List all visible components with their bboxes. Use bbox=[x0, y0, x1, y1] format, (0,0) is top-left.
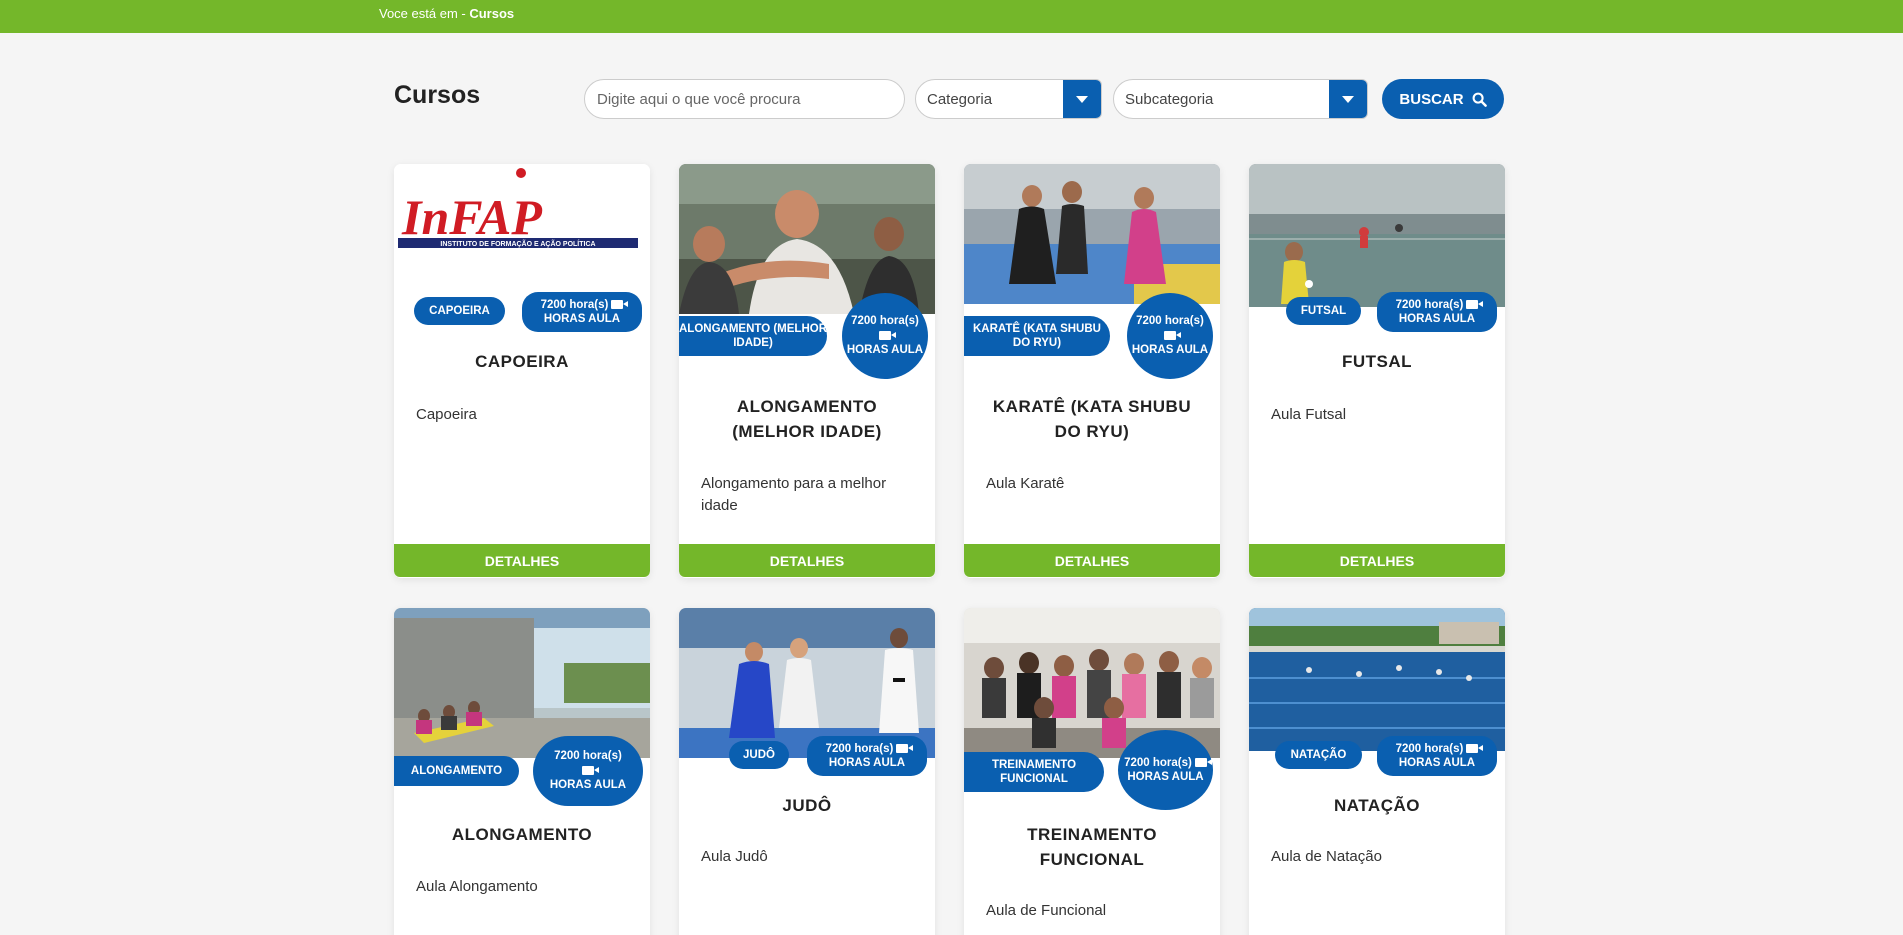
course-image bbox=[679, 164, 935, 314]
category-badge: FUTSAL bbox=[1286, 297, 1361, 325]
course-title: KARATÊ (KATA SHUBU DO RYU) bbox=[992, 397, 1192, 441]
video-camera-icon bbox=[896, 744, 914, 754]
course-title: CAPOEIRA bbox=[475, 352, 569, 371]
course-title: ALONGAMENTO (MELHOR IDADE) bbox=[732, 397, 882, 441]
category-select-value: Categoria bbox=[927, 90, 993, 108]
details-button[interactable]: DETALHES bbox=[394, 544, 650, 577]
course-description: Capoeira bbox=[416, 406, 477, 423]
course-card: JUDÔ 7200 hora(s) HORAS AULA JUDÔ Aula Ju… bbox=[679, 608, 935, 935]
course-card: ALONGAMENTO 7200 hora(s) HORAS AULA ALONG… bbox=[394, 608, 650, 935]
subcategory-select[interactable]: Subcategoria bbox=[1113, 79, 1368, 119]
category-badge: ALONGAMENTO (MELHOR IDADE) bbox=[679, 316, 827, 356]
category-select[interactable]: Categoria bbox=[915, 79, 1102, 119]
course-image bbox=[964, 164, 1220, 304]
hours-badge: 7200 hora(s) HORAS AULA bbox=[533, 736, 643, 806]
svg-text:INSTITUTO DE FORMAÇÃO E AÇÃO P: INSTITUTO DE FORMAÇÃO E AÇÃO POLÍTICA bbox=[440, 239, 595, 248]
course-card: NATAÇÃO 7200 hora(s) HORAS AULA NATAÇÃO A… bbox=[1249, 608, 1505, 935]
chevron-down-icon[interactable] bbox=[1063, 80, 1101, 118]
category-badge: ALONGAMENTO bbox=[394, 756, 519, 786]
svg-text:InFAP: InFAP bbox=[401, 189, 542, 245]
course-title: TREINAMENTO FUNCIONAL bbox=[1027, 825, 1157, 869]
course-description: Aula Futsal bbox=[1271, 406, 1347, 423]
course-title: ALONGAMENTO bbox=[451, 825, 593, 844]
details-button[interactable]: DETALHES bbox=[964, 544, 1220, 577]
course-card: InFAP INSTITUTO DE FORMAÇÃO E AÇÃO POLÍT… bbox=[394, 164, 650, 578]
subcategory-select-value: Subcategoria bbox=[1125, 90, 1214, 108]
course-description: Aula de Funcional bbox=[986, 902, 1107, 919]
course-title: JUDÔ bbox=[782, 796, 832, 815]
course-description: Aula de Natação bbox=[1271, 848, 1382, 865]
breadcrumb-current[interactable]: Cursos bbox=[469, 6, 514, 21]
category-badge: TREINAMENTO FUNCIONAL bbox=[964, 752, 1104, 792]
search-input[interactable] bbox=[584, 79, 905, 119]
course-title: NATAÇÃO bbox=[1334, 796, 1420, 815]
hours-badge: 7200 hora(s) HORAS AULA bbox=[1127, 293, 1213, 379]
video-camera-icon bbox=[1194, 758, 1212, 768]
hours-badge: 7200 hora(s) HORAS AULA bbox=[1377, 292, 1497, 332]
course-card: ALONGAMENTO (MELHOR IDADE) 7200 hora(s) H… bbox=[679, 164, 935, 578]
video-camera-icon bbox=[1466, 744, 1484, 754]
details-button[interactable]: DETALHES bbox=[679, 544, 935, 577]
video-camera-icon bbox=[1164, 331, 1181, 341]
search-icon bbox=[1472, 92, 1487, 107]
course-title: FUTSAL bbox=[1341, 352, 1413, 371]
course-image bbox=[1249, 608, 1505, 751]
video-camera-icon bbox=[879, 331, 896, 341]
course-card: KARATÊ (KATA SHUBU DO RYU) 7200 hora(s) H… bbox=[964, 164, 1220, 578]
video-camera-icon bbox=[1466, 300, 1484, 310]
course-description: Aula Alongamento bbox=[416, 878, 538, 895]
hours-badge: 7200 hora(s) HORAS AULA bbox=[522, 292, 642, 332]
breadcrumb: Voce está em - Cursos bbox=[379, 6, 515, 21]
course-description: Aula Judô bbox=[701, 848, 768, 865]
hours-badge: 7200 hora(s) HORAS AULA bbox=[1377, 736, 1497, 776]
course-description: Aula Karatê bbox=[986, 475, 1065, 492]
top-bar: Voce está em - Cursos bbox=[0, 0, 1903, 33]
category-badge: CAPOEIRA bbox=[414, 297, 505, 325]
page-title: Cursos bbox=[394, 81, 481, 109]
category-badge: NATAÇÃO bbox=[1275, 741, 1362, 769]
search-button[interactable]: BUSCAR bbox=[1382, 79, 1504, 119]
hours-badge: 7200 hora(s) HORAS AULA bbox=[842, 293, 928, 379]
course-card: FUTSAL 7200 hora(s) HORAS AULA FUTSAL Aul… bbox=[1249, 164, 1505, 578]
video-camera-icon bbox=[611, 300, 629, 310]
course-logo: InFAP INSTITUTO DE FORMAÇÃO E AÇÃO POLÍT… bbox=[394, 164, 650, 259]
course-description: Alongamento para a melhor idade bbox=[701, 475, 887, 514]
video-camera-icon bbox=[582, 766, 599, 776]
category-badge: JUDÔ bbox=[729, 741, 789, 769]
course-card: TREINAMENTO FUNCIONAL 7200 hora(s) HORAS … bbox=[964, 608, 1220, 935]
category-badge: KARATÊ (KATA SHUBU DO RYU) bbox=[964, 316, 1110, 356]
hours-badge: 7200 hora(s) HORAS AULA bbox=[1118, 730, 1213, 810]
hours-badge: 7200 hora(s) HORAS AULA bbox=[807, 736, 927, 776]
details-button[interactable]: DETALHES bbox=[1249, 544, 1505, 577]
course-image bbox=[1249, 164, 1505, 307]
chevron-down-icon[interactable] bbox=[1329, 80, 1367, 118]
